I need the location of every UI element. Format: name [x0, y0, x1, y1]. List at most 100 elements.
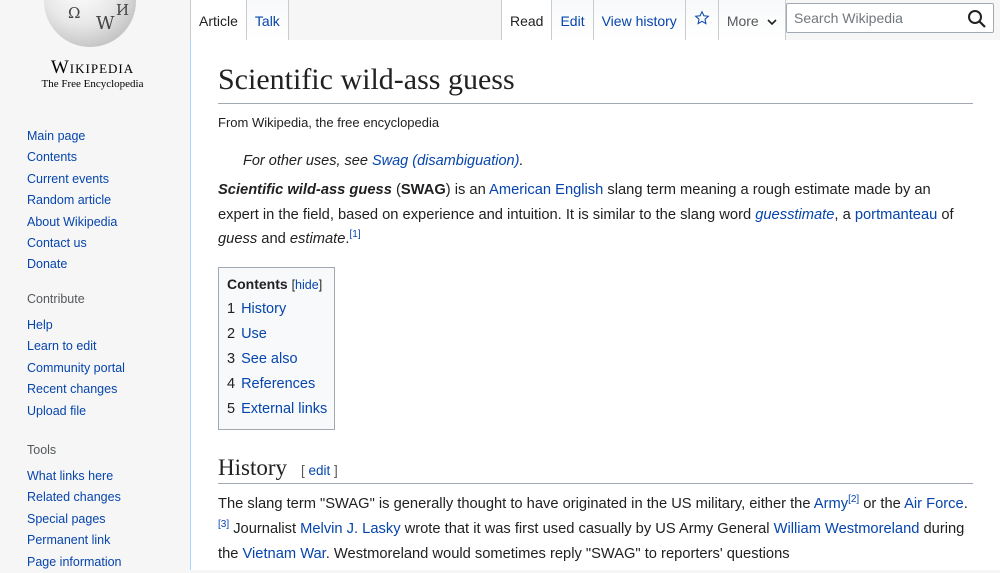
logo-tagline: The Free Encyclopedia	[41, 78, 144, 90]
toc-item[interactable]: 1 History	[227, 297, 327, 322]
sidebar-item-upload-file[interactable]: Upload file	[27, 404, 86, 418]
puzzle-glyph: Ω	[68, 4, 81, 22]
reference-1[interactable]: [1]	[349, 229, 360, 240]
sidebar-item-main-page[interactable]: Main page	[27, 129, 85, 143]
puzzle-glyph: W	[96, 13, 115, 34]
toc-hide-link[interactable]: hide	[295, 278, 319, 292]
link-portmanteau[interactable]: portmanteau	[855, 207, 937, 223]
logo-wordmark: Wikipedia	[50, 57, 135, 78]
reference-2[interactable]: [2]	[848, 494, 859, 505]
section-edit-link[interactable]: edit	[309, 463, 331, 478]
history-text: Journalist	[229, 520, 301, 537]
search-icon[interactable]	[967, 9, 987, 29]
toc-title-row: Contents [hide]	[227, 276, 327, 292]
toc-bracket: ]	[318, 277, 323, 292]
section-edit: [ edit ]	[301, 463, 338, 478]
toc-item[interactable]: 4 References	[227, 372, 327, 397]
link-army[interactable]: Army	[814, 496, 848, 512]
view-tabs: Read Edit View history More	[501, 0, 786, 40]
link-air-force[interactable]: Air Force	[904, 496, 964, 512]
edit-bracket: ]	[330, 462, 338, 478]
tab-more-label: More	[726, 13, 759, 29]
tab-view-history[interactable]: View history	[593, 0, 686, 40]
toc-link-use[interactable]: Use	[241, 326, 267, 342]
hatnote-link-swag[interactable]: Swag (disambiguation)	[372, 153, 520, 169]
watch-star-icon[interactable]	[685, 0, 719, 40]
toc-number: 3	[227, 350, 236, 367]
sidebar-item-what-links-here[interactable]: What links here	[27, 469, 113, 483]
lead-word-guess: guess	[218, 231, 258, 247]
sidebar-item-related-changes[interactable]: Related changes	[27, 490, 121, 504]
toc-hide-toggle: [hide]	[292, 278, 323, 292]
globe-icon: Ω W И	[44, 0, 136, 47]
sidebar-item-donate[interactable]: Donate	[27, 257, 67, 271]
page-title: Scientific wild-ass guess	[218, 40, 973, 104]
reference-3[interactable]: [3]	[218, 519, 229, 530]
search-input[interactable]	[787, 10, 964, 26]
link-william-westmoreland[interactable]: William Westmoreland	[774, 521, 920, 537]
hatnote-suffix: .	[519, 153, 524, 169]
toc-item[interactable]: 2 Use	[227, 322, 327, 347]
section-heading-history: History [ edit ]	[218, 455, 973, 484]
site-subtitle: From Wikipedia, the free encyclopedia	[218, 115, 440, 130]
toc-item[interactable]: 3 See also	[227, 347, 327, 372]
tab-more[interactable]: More	[718, 0, 786, 40]
history-text: wrote that it was first used casually by…	[400, 520, 774, 537]
lead-text: ) is an	[445, 182, 490, 198]
history-text: . Westmoreland would sometimes reply "SW…	[325, 545, 790, 562]
toc-link-see-also[interactable]: See also	[241, 351, 297, 367]
sidebar-item-contact[interactable]: Contact us	[27, 236, 87, 250]
sidebar-tools: Tools What links here Related changes Sp…	[27, 443, 187, 573]
tab-read[interactable]: Read	[501, 0, 553, 40]
lead-text: , a	[834, 206, 855, 223]
edit-bracket: [	[301, 462, 309, 478]
sidebar-navigation: Main page Contents Current events Random…	[27, 126, 187, 276]
sidebar-item-current-events[interactable]: Current events	[27, 172, 109, 186]
toc-number: 5	[227, 400, 236, 417]
table-of-contents: Contents [hide] 1 History 2 Use 3 See also …	[218, 266, 336, 430]
sidebar-item-page-information[interactable]: Page information	[27, 555, 122, 569]
sidebar-heading-contribute: Contribute	[27, 292, 85, 306]
chevron-down-icon	[767, 19, 777, 26]
toc-number: 2	[227, 325, 236, 342]
lead-term: Scientific wild-ass guess	[218, 182, 392, 198]
sidebar-contribute: Contribute Help Learn to edit Community …	[27, 292, 187, 422]
toc-link-history[interactable]: History	[241, 301, 286, 317]
sidebar-item-special-pages[interactable]: Special pages	[27, 512, 106, 526]
lead-word-estimate: estimate	[289, 231, 346, 247]
lead-paragraph: Scientific wild-ass guess (SWAG) is an A…	[218, 178, 973, 252]
sidebar-item-about[interactable]: About Wikipedia	[27, 215, 117, 229]
tab-talk[interactable]: Talk	[246, 0, 289, 40]
hatnote: For other uses, see Swag (disambiguation…	[243, 153, 973, 169]
sidebar-item-learn-to-edit[interactable]: Learn to edit	[27, 339, 97, 353]
sidebar-heading-tools: Tools	[27, 443, 57, 457]
link-melvin-lasky[interactable]: Melvin J. Lasky	[300, 521, 400, 537]
lead-text: (	[391, 182, 401, 198]
search-box	[786, 3, 994, 33]
history-paragraph: The slang term "SWAG" is generally thoug…	[218, 492, 973, 567]
sidebar-item-community-portal[interactable]: Community portal	[27, 361, 125, 375]
sidebar-item-random-article[interactable]: Random article	[27, 193, 111, 207]
sidebar-item-permanent-link[interactable]: Permanent link	[27, 533, 110, 547]
tab-edit[interactable]: Edit	[552, 0, 594, 40]
link-american-english[interactable]: American English	[489, 182, 603, 198]
sidebar-item-help[interactable]: Help	[27, 318, 53, 332]
link-vietnam-war[interactable]: Vietnam War	[243, 546, 326, 562]
lead-text: and	[257, 231, 290, 247]
sidebar-item-recent-changes[interactable]: Recent changes	[27, 382, 117, 396]
toc-link-references[interactable]: References	[241, 376, 315, 392]
toc-item[interactable]: 5 External links	[227, 397, 327, 422]
link-guesstimate[interactable]: guesstimate	[755, 207, 834, 223]
lead-abbr: SWAG	[400, 182, 446, 198]
lead-text: of	[937, 206, 954, 223]
tab-article[interactable]: Article	[190, 0, 247, 40]
wikipedia-logo[interactable]: Ω W И Wikipedia The Free Encyclopedia	[0, 0, 190, 110]
toc-link-external-links[interactable]: External links	[241, 401, 327, 417]
puzzle-glyph: И	[116, 1, 130, 19]
history-text: or the	[859, 495, 905, 512]
section-title: History	[218, 454, 287, 480]
namespace-tabs: Article Talk	[190, 0, 289, 40]
sidebar-item-contents[interactable]: Contents	[27, 150, 77, 164]
history-text: .	[963, 495, 968, 512]
toc-number: 4	[227, 375, 236, 392]
